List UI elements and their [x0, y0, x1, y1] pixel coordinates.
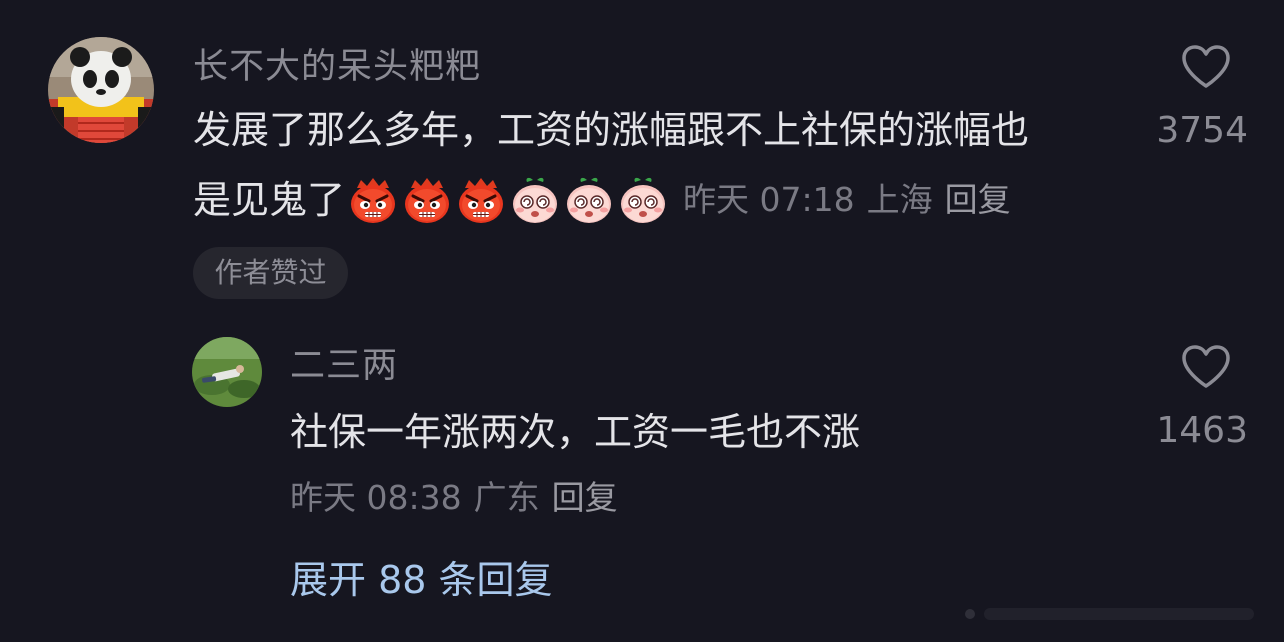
reply-avatar[interactable] — [192, 337, 262, 407]
dizzy-face-emoji — [513, 177, 558, 223]
author-liked-badge: 作者赞过 — [193, 247, 348, 299]
comment-text-line-2: 是见鬼了 — [193, 178, 346, 222]
heart-icon — [1182, 345, 1230, 388]
comment-location: 上海 — [866, 180, 933, 219]
expand-replies-link[interactable]: 展开 88 条回复 — [290, 558, 553, 602]
panda-avatar-image — [48, 37, 154, 143]
comment-meta: 昨天 07:18 上海 回复 — [683, 180, 1011, 220]
reply-time: 昨天 08:38 — [290, 478, 462, 517]
reply-meta: 昨天 08:38 广东 回复 — [290, 478, 618, 518]
comment-like-button[interactable] — [1180, 44, 1232, 90]
emoji-group — [347, 174, 669, 226]
comment-like-count: 3754 — [1156, 110, 1248, 151]
comment-username[interactable]: 长不大的呆头粑粑 — [193, 47, 481, 87]
comment-time: 昨天 07:18 — [683, 180, 855, 219]
comment-thread: 长不大的呆头粑粑 发展了那么多年，工资的涨幅跟不上社保的涨幅也 是见鬼了 昨天 … — [0, 0, 1284, 642]
angry-face-emoji — [405, 178, 450, 223]
reply-like-count: 1463 — [1156, 410, 1248, 451]
reply-text: 社保一年涨两次，工资一毛也不涨 — [290, 410, 861, 454]
reply-location: 广东 — [473, 478, 540, 517]
avatar[interactable] — [48, 37, 154, 143]
heart-icon — [1182, 45, 1230, 88]
angry-face-emoji — [351, 178, 396, 223]
angry-face-emoji — [459, 178, 504, 223]
dizzy-face-emoji — [621, 177, 666, 223]
comment-reply-button[interactable]: 回复 — [945, 180, 1011, 220]
reply-like-button[interactable] — [1180, 344, 1232, 390]
reply-reply-button[interactable]: 回复 — [552, 478, 618, 518]
reply-avatar-image — [192, 337, 262, 407]
comment-text-line-2-row: 是见鬼了 昨天 07:18 上海 回复 — [193, 174, 1011, 226]
watermark-logo — [965, 608, 1254, 620]
dizzy-face-emoji — [567, 177, 612, 223]
comment-text-line-1: 发展了那么多年，工资的涨幅跟不上社保的涨幅也 — [193, 108, 1030, 152]
reply-username[interactable]: 二三两 — [290, 346, 398, 386]
